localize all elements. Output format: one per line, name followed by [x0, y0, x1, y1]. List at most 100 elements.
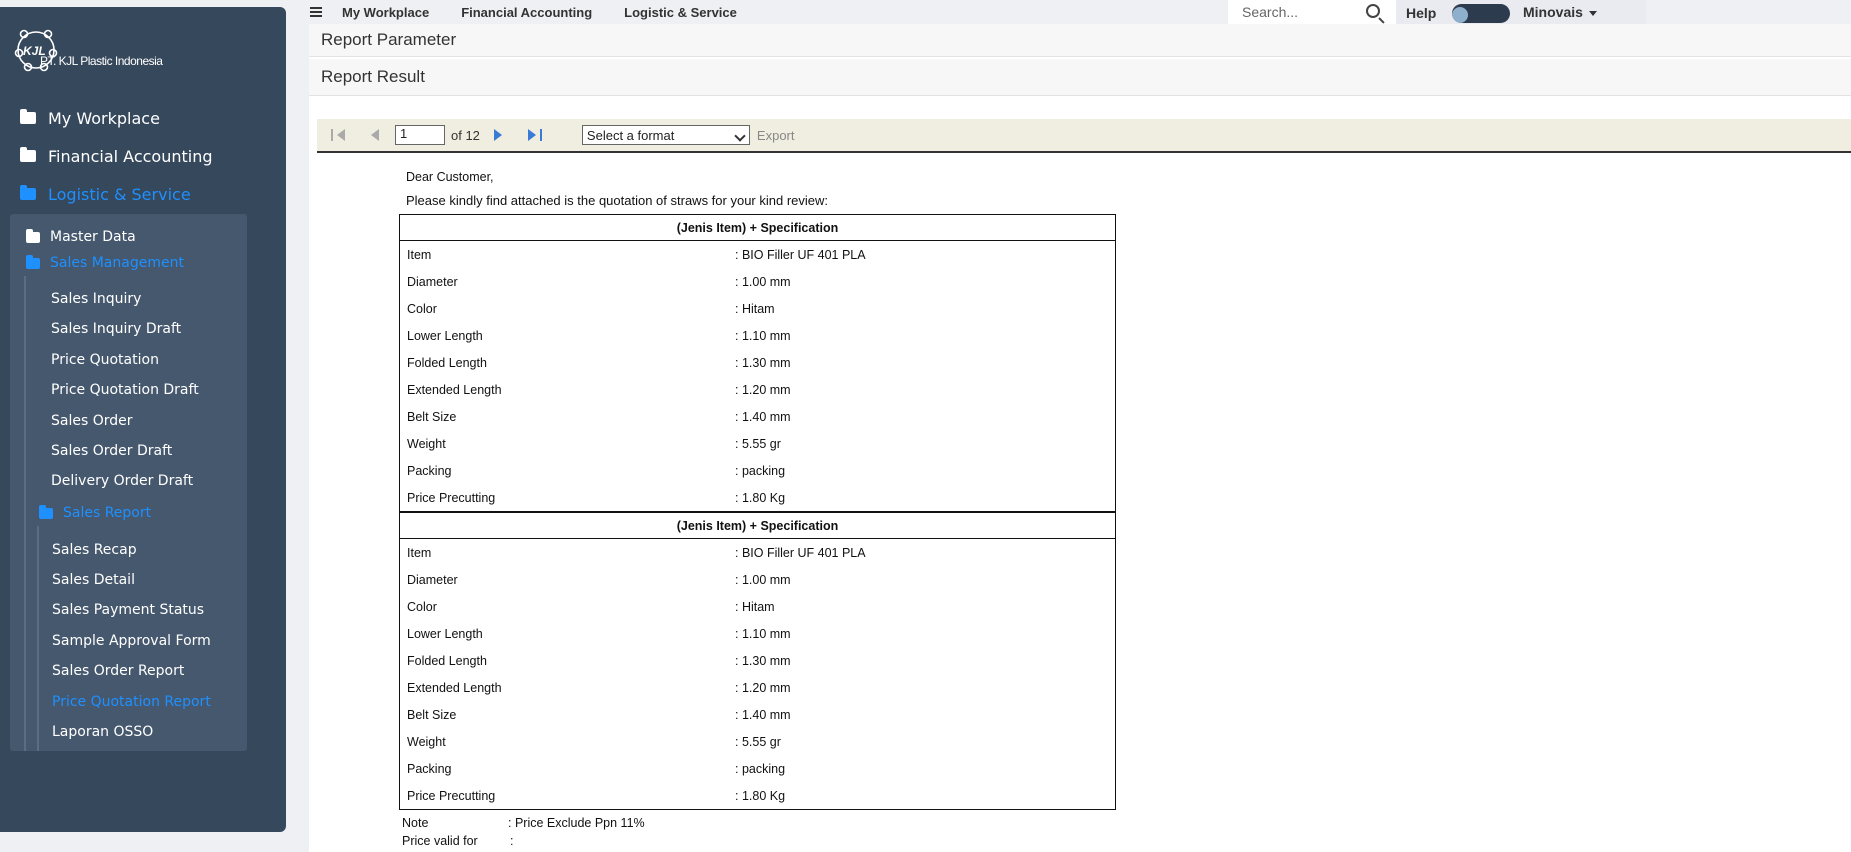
- report-result-header[interactable]: Report Result: [309, 59, 1851, 96]
- page-number-input[interactable]: 1: [395, 125, 445, 145]
- user-menu[interactable]: Minovais: [1523, 4, 1597, 20]
- sidebar-item-sales-order-report[interactable]: Sales Order Report: [52, 658, 184, 684]
- prev-page-icon[interactable]: [365, 128, 379, 142]
- sidebar-item-sales-management[interactable]: Sales Management: [26, 250, 184, 276]
- sidebar-item-label: Sales Management: [50, 255, 184, 271]
- spec-row: Item : BIO Filler UF 401 PLA: [400, 241, 1115, 268]
- sidebar-item-sales-report[interactable]: Sales Report: [39, 500, 151, 526]
- spec-row: Packing: packing: [400, 457, 1115, 484]
- spec-value: : 1.40 mm: [735, 409, 791, 424]
- spec-label: Weight: [407, 734, 446, 749]
- spec-row: Item: BIO Filler UF 401 PLA: [400, 539, 1115, 566]
- spec-label: Lower Length: [407, 328, 483, 343]
- note-value: : Price Exclude Ppn 11%: [508, 816, 645, 830]
- caret-down-icon: [1588, 10, 1597, 16]
- sidebar-item-sales-detail[interactable]: Sales Detail: [52, 567, 135, 593]
- sidebar-item-label: Sales Report: [63, 505, 152, 521]
- sidebar-item-financial-accounting[interactable]: Financial Accounting: [0, 137, 286, 175]
- topnav-financial-accounting[interactable]: Financial Accounting: [461, 5, 592, 20]
- spec-row: Extended Length: 1.20 mm: [400, 674, 1115, 701]
- company-name: PT. KJL Plastic Indonesia: [40, 54, 163, 68]
- spec-value: : BIO Filler UF 401 PLA: [735, 247, 866, 262]
- menu-icon[interactable]: [310, 7, 322, 17]
- folder-icon: [26, 254, 40, 269]
- spec-label: Diameter: [407, 274, 458, 289]
- avatar[interactable]: [1452, 4, 1510, 23]
- spec-row: Belt Size : 1.40 mm: [400, 701, 1115, 728]
- spec-value: : 1.40 mm: [735, 707, 791, 722]
- price-valid-label: Price valid for: [402, 834, 478, 848]
- spec-row: Diameter: 1.00 mm: [400, 566, 1115, 593]
- spec-label: Item: [407, 247, 432, 262]
- search-icon[interactable]: [1366, 4, 1380, 18]
- spec-value: : 1.80 Kg: [735, 788, 786, 803]
- first-page-icon[interactable]: [331, 128, 345, 142]
- sidebar-item-sample-approval-form[interactable]: Sample Approval Form: [52, 628, 211, 654]
- spec-value: : 1.00 mm: [735, 572, 791, 587]
- sidebar-item-price-quotation[interactable]: Price Quotation: [51, 347, 159, 373]
- spec-label: Folded Length: [407, 653, 487, 668]
- export-button[interactable]: Export: [757, 128, 795, 143]
- spec-label: Price Precutting: [407, 490, 496, 505]
- sidebar-item-laporan-osso[interactable]: Laporan OSSO: [52, 719, 153, 745]
- last-page-icon[interactable]: [527, 128, 542, 142]
- folder-icon: [20, 147, 36, 162]
- main-content: Report Parameter Report Result 1 of 12 S…: [309, 24, 1851, 852]
- spec-value: : packing: [735, 761, 786, 776]
- export-format-select[interactable]: Select a format: [581, 125, 750, 145]
- sidebar-item-sales-recap[interactable]: Sales Recap: [52, 537, 137, 563]
- spec-label: Belt Size: [407, 707, 457, 722]
- spec-label: Extended Length: [407, 382, 502, 397]
- sidebar-item-my-workplace[interactable]: My Workplace: [0, 99, 286, 137]
- company-logo: KJL: [14, 29, 58, 72]
- report-toolbar: 1 of 12 Select a format Export: [317, 119, 1851, 153]
- spec-value: : Hitam: [735, 301, 775, 316]
- top-nav: My Workplace Financial Accounting Logist…: [310, 0, 769, 24]
- report-parameter-header[interactable]: Report Parameter: [309, 24, 1851, 57]
- topnav-logistic-service[interactable]: Logistic & Service: [624, 5, 737, 20]
- sidebar-item-label: Master Data: [50, 229, 136, 245]
- sidebar-item-delivery-order-draft[interactable]: Delivery Order Draft: [51, 468, 193, 494]
- sidebar-item-sales-order[interactable]: Sales Order: [51, 408, 133, 434]
- spec-row: Extended Length: 1.20 mm: [400, 376, 1115, 403]
- spec-value: : 1.00 mm: [735, 274, 791, 289]
- spec-label: Packing: [407, 761, 452, 776]
- sidebar-item-sales-inquiry-draft[interactable]: Sales Inquiry Draft: [51, 316, 181, 342]
- spec-row: Weight : 5.55 gr: [400, 728, 1115, 755]
- tree-line: [24, 276, 26, 751]
- sidebar-item-sales-payment-status[interactable]: Sales Payment Status: [52, 597, 204, 623]
- spec-row: Packing : packing: [400, 755, 1115, 782]
- sidebar-item-logistic-service[interactable]: Logistic & Service: [0, 175, 286, 213]
- spec-row: Folded Length: 1.30 mm: [400, 349, 1115, 376]
- spec-value: : 1.80 Kg: [735, 490, 786, 505]
- spec-row: Color: Hitam: [400, 295, 1115, 322]
- help-link[interactable]: Help: [1406, 5, 1436, 21]
- spec-label: Belt Size: [407, 409, 457, 424]
- spec-table: (Jenis Item) + Specification Item: BIO F…: [399, 512, 1116, 810]
- sidebar-item-sales-order-draft[interactable]: Sales Order Draft: [51, 438, 172, 464]
- search-placeholder: Search...: [1242, 4, 1299, 20]
- intro-text: Please kindly find attached is the quota…: [406, 193, 828, 208]
- sidebar-item-price-quotation-draft[interactable]: Price Quotation Draft: [51, 377, 199, 403]
- sidebar-item-sales-inquiry[interactable]: Sales Inquiry: [51, 286, 141, 312]
- spec-label: Weight: [407, 436, 446, 451]
- spec-table: (Jenis Item) + Specification Item: BIO F…: [399, 214, 1116, 512]
- logistic-submenu: Master Data Sales Management Sales Inqui…: [10, 214, 247, 751]
- spec-row: Weight : 5.55 gr: [400, 430, 1115, 457]
- folder-icon: [20, 185, 36, 200]
- spec-row: Lower Length: 1.10 mm: [400, 322, 1115, 349]
- topnav-my-workplace[interactable]: My Workplace: [342, 5, 429, 20]
- spec-label: Extended Length: [407, 680, 502, 695]
- spec-row: Price Precutting : 1.80 Kg: [400, 484, 1115, 511]
- spec-row: Price Precutting: 1.80 Kg: [400, 782, 1115, 809]
- sidebar-item-master-data[interactable]: Master Data: [26, 224, 136, 250]
- price-valid-row: Price valid for :: [402, 834, 513, 848]
- price-valid-value: :: [510, 834, 514, 848]
- next-page-icon[interactable]: [493, 128, 508, 142]
- page-count: of 12: [451, 127, 480, 143]
- sidebar-item-price-quotation-report[interactable]: Price Quotation Report: [52, 689, 211, 715]
- spec-value: : 5.55 gr: [735, 436, 781, 451]
- spec-value: : 5.55 gr: [735, 734, 781, 749]
- greeting-text: Dear Customer,: [406, 170, 494, 184]
- spec-value: : packing: [735, 463, 786, 478]
